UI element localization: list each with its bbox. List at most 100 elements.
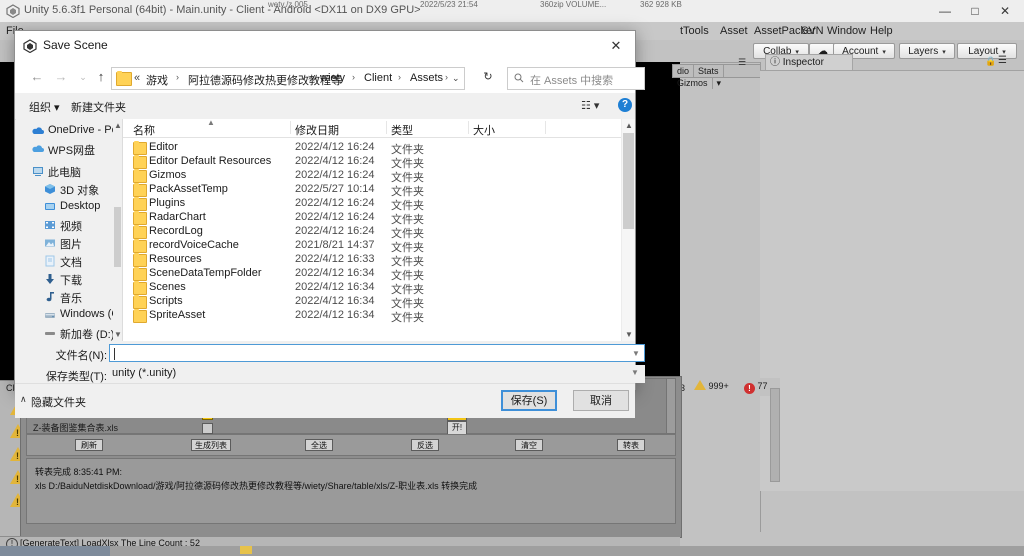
- tree-item-music[interactable]: 音乐: [16, 290, 122, 304]
- tree-item-documents[interactable]: 文档: [16, 254, 122, 268]
- column-header-date[interactable]: 修改日期: [295, 122, 339, 138]
- tree-item-windows-c[interactable]: Windows (C:): [16, 308, 122, 322]
- xls-list-scrollbar[interactable]: [666, 378, 676, 434]
- organize-button[interactable]: 组织 ▾: [29, 99, 60, 115]
- tree-item-desktop[interactable]: Desktop: [16, 200, 122, 214]
- tree-item-downloads[interactable]: 下载: [16, 272, 122, 286]
- tab-audio[interactable]: dio: [673, 65, 694, 77]
- menu-tools[interactable]: tTools: [680, 25, 709, 37]
- table-row[interactable]: PackAssetTemp 2022/5/27 10:14 文件夹: [123, 183, 623, 197]
- scroll-down-icon[interactable]: ▼: [114, 330, 122, 339]
- forward-icon[interactable]: →: [53, 69, 69, 85]
- table-row[interactable]: SceneDataTempFolder 2022/4/12 16:34 文件夹: [123, 267, 623, 281]
- error-badge[interactable]: ! 77: [744, 380, 768, 394]
- console-scrollbar[interactable]: [770, 388, 780, 482]
- table-row[interactable]: Gizmos 2022/4/12 16:24 文件夹: [123, 169, 623, 183]
- file-list-scrollbar[interactable]: ▲ ▼: [621, 119, 635, 341]
- column-divider[interactable]: [545, 121, 546, 134]
- panel-menu-icon[interactable]: ☰: [998, 55, 1007, 66]
- table-row[interactable]: Editor 2022/4/12 16:24 文件夹: [123, 141, 623, 155]
- table-row[interactable]: Plugins 2022/4/12 16:24 文件夹: [123, 197, 623, 211]
- breadcrumb[interactable]: « 游戏 › 阿拉德源码修改热更修改教程等 › wiety › Client ›…: [111, 67, 465, 90]
- list-item[interactable]: Z-装备图鉴集合表.xls 开!: [27, 421, 667, 435]
- tab-stats[interactable]: Stats: [694, 65, 724, 77]
- chevron-down-icon[interactable]: ▼: [631, 368, 639, 377]
- column-divider[interactable]: [386, 121, 387, 134]
- lock-icon[interactable]: 🔒: [985, 56, 996, 67]
- tree-item-onedrive[interactable]: OneDrive - Pers…: [16, 124, 122, 138]
- back-icon[interactable]: ←: [29, 69, 45, 85]
- column-divider[interactable]: [468, 121, 469, 134]
- breadcrumb-item-3[interactable]: Client: [364, 72, 392, 84]
- column-header-name[interactable]: 名称: [133, 122, 155, 138]
- tree-scrollbar[interactable]: ▲ ▼: [113, 121, 122, 339]
- panel-menu-icon[interactable]: ☰: [738, 57, 746, 68]
- menu-svn[interactable]: SVN: [801, 25, 824, 37]
- up-icon[interactable]: ↑: [93, 69, 109, 85]
- window-close-button[interactable]: ✕: [990, 0, 1020, 22]
- table-row[interactable]: Editor Default Resources 2022/4/12 16:24…: [123, 155, 623, 169]
- chevron-up-icon[interactable]: ∧: [20, 394, 27, 405]
- tree-item-videos[interactable]: 视频: [16, 218, 122, 232]
- table-row[interactable]: recordVoiceCache 2021/8/21 14:37 文件夹: [123, 239, 623, 253]
- tree-item-3d-objects[interactable]: 3D 对象: [16, 182, 122, 196]
- tree-item-pictures[interactable]: 图片: [16, 236, 122, 250]
- refresh-icon[interactable]: ↻: [477, 67, 499, 88]
- open-button[interactable]: 开!: [447, 421, 467, 435]
- window-minimize-button[interactable]: —: [930, 0, 960, 22]
- breadcrumb-item-4[interactable]: Assets: [410, 72, 443, 84]
- filename-input[interactable]: ▼: [109, 344, 645, 362]
- table-row[interactable]: Resources 2022/4/12 16:33 文件夹: [123, 253, 623, 267]
- navigation-tree[interactable]: OneDrive - Pers… WPS网盘 此电脑 3D 对象 Desktop…: [16, 119, 122, 341]
- cancel-button[interactable]: 取消: [573, 390, 629, 411]
- view-mode-button[interactable]: ☷ ▾: [581, 99, 599, 112]
- table-row[interactable]: Scenes 2022/4/12 16:34 文件夹: [123, 281, 623, 295]
- file-list-pane[interactable]: 名称 修改日期 类型 大小 ▲ Editor 2022/4/12 16:24 文…: [122, 119, 635, 341]
- refresh-button[interactable]: 刷新: [75, 439, 103, 451]
- menu-window[interactable]: Window: [827, 25, 866, 37]
- scroll-down-icon[interactable]: ▼: [625, 330, 633, 339]
- convert-button[interactable]: 转表: [617, 439, 645, 451]
- tab-inspector[interactable]: ⓘ Inspector: [765, 54, 853, 70]
- tree-item-wps[interactable]: WPS网盘: [16, 142, 122, 156]
- breadcrumb-item-2[interactable]: wiety: [320, 72, 345, 84]
- warning-badge[interactable]: 999+: [694, 380, 729, 393]
- chevron-down-icon[interactable]: ⌄: [452, 73, 460, 84]
- scroll-thumb[interactable]: [623, 133, 634, 229]
- save-button[interactable]: 保存(S): [501, 390, 557, 411]
- column-header-type[interactable]: 类型: [391, 122, 413, 138]
- table-row[interactable]: RadarChart 2022/4/12 16:24 文件夹: [123, 211, 623, 225]
- history-chevron-down-icon[interactable]: ⌄: [75, 69, 91, 85]
- scroll-up-icon[interactable]: ▲: [114, 121, 122, 130]
- breadcrumb-item-1[interactable]: 阿拉德源码修改热更修改教程等: [188, 72, 342, 88]
- column-header-size[interactable]: 大小: [473, 122, 495, 138]
- layers-button[interactable]: Layers▾: [899, 43, 955, 59]
- new-folder-button[interactable]: 新建文件夹: [71, 99, 126, 115]
- table-row[interactable]: SpriteAsset 2022/4/12 16:34 文件夹: [123, 309, 623, 323]
- invert-select-button[interactable]: 反选: [411, 439, 439, 451]
- tab-gizmos[interactable]: Gizmos: [673, 77, 713, 89]
- filetype-select[interactable]: unity (*.unity) ▼: [109, 365, 645, 383]
- generate-list-button[interactable]: 生成列表: [191, 439, 231, 451]
- column-divider[interactable]: [290, 121, 291, 134]
- chevron-down-icon[interactable]: ▾: [713, 77, 726, 89]
- row-checkbox[interactable]: [202, 423, 213, 434]
- tree-item-volume-d[interactable]: 新加卷 (D:): [16, 326, 122, 340]
- menu-asset[interactable]: Asset: [720, 25, 748, 37]
- table-row[interactable]: RecordLog 2022/4/12 16:24 文件夹: [123, 225, 623, 239]
- search-input[interactable]: 在 Assets 中搜索: [507, 67, 645, 90]
- hide-folders-toggle[interactable]: 隐藏文件夹: [31, 394, 86, 410]
- help-icon[interactable]: ?: [618, 98, 632, 112]
- clear-button[interactable]: 清空: [515, 439, 543, 451]
- window-maximize-button[interactable]: □: [960, 0, 990, 22]
- table-row[interactable]: Scripts 2022/4/12 16:34 文件夹: [123, 295, 623, 309]
- breadcrumb-item-0[interactable]: 游戏: [146, 72, 168, 88]
- scroll-up-icon[interactable]: ▲: [625, 121, 633, 130]
- scroll-thumb[interactable]: [114, 207, 121, 267]
- close-icon[interactable]: ✕: [601, 35, 631, 57]
- tree-item-this-pc[interactable]: 此电脑: [16, 164, 122, 178]
- menu-help[interactable]: Help: [870, 25, 893, 37]
- select-all-button[interactable]: 全选: [305, 439, 333, 451]
- gameview-tab-strip[interactable]: dio Stats Gizmos ▾: [672, 64, 764, 78]
- chevron-down-icon[interactable]: ▼: [632, 349, 640, 358]
